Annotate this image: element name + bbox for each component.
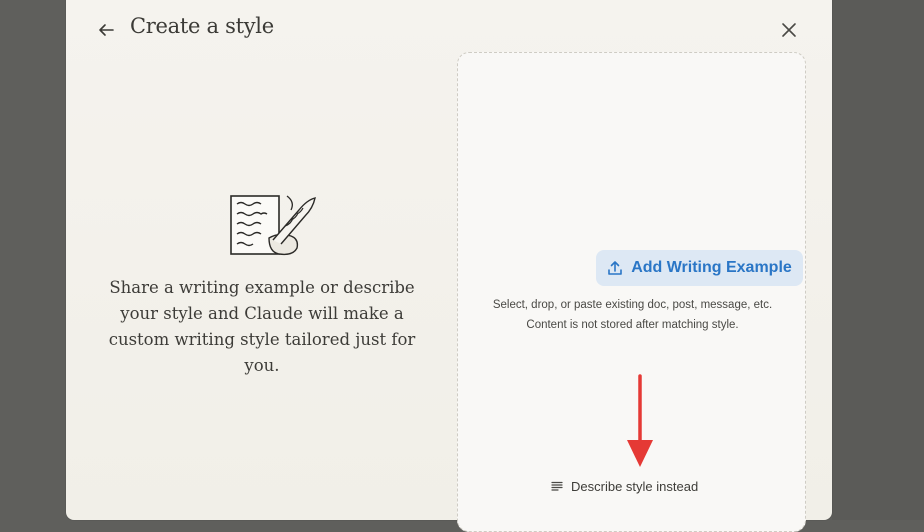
describe-style-label: Describe style instead — [571, 478, 699, 494]
dialog-title: Create a style — [130, 14, 274, 38]
back-button[interactable] — [94, 18, 118, 42]
describe-style-button[interactable]: Describe style instead — [551, 477, 721, 495]
writing-quill-illustration — [230, 195, 316, 256]
upload-icon — [608, 261, 622, 275]
add-writing-example-label: Add Writing Example — [631, 259, 792, 276]
privacy-hint-text: Content is not stored after matching sty… — [526, 319, 739, 331]
text-lines-icon — [551, 481, 563, 491]
upload-hint-text: Select, drop, or paste existing doc, pos… — [492, 299, 773, 311]
annotation-arrow — [627, 374, 653, 467]
intro-description: Share a writing example or describe your… — [108, 278, 416, 375]
arrow-left-icon — [99, 24, 114, 36]
dialog-header: Create a style — [66, 0, 832, 56]
close-button[interactable] — [777, 18, 801, 42]
intro-pane: Share a writing example or describe your… — [66, 56, 458, 520]
add-writing-example-button[interactable]: Add Writing Example — [596, 250, 803, 286]
modal-backdrop — [832, 0, 924, 520]
create-style-dialog: Create a style Share a writing example o… — [66, 0, 832, 532]
close-icon — [782, 23, 796, 37]
